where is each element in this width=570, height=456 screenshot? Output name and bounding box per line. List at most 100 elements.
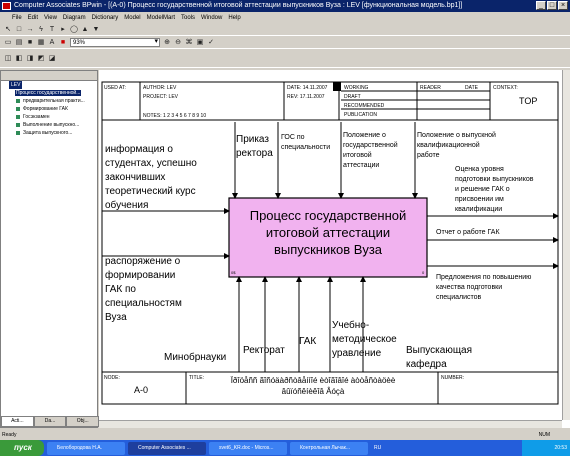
svg-text:государственной: государственной: [343, 141, 398, 149]
pointer-tool-icon[interactable]: ↖: [4, 26, 12, 34]
open-icon[interactable]: ▤: [15, 39, 23, 47]
svg-text:квалификационной: квалификационной: [417, 141, 480, 149]
zoom-select[interactable]: 93%: [70, 38, 160, 47]
menu-edit[interactable]: Edit: [28, 12, 38, 24]
mm-merge-icon[interactable]: ◪: [48, 55, 56, 63]
svg-text:закончивших: закончивших: [105, 172, 165, 183]
svg-text:специалистов: специалистов: [436, 294, 482, 301]
svg-text:Вуза: Вуза: [105, 312, 127, 323]
language-indicator[interactable]: RU: [374, 445, 381, 451]
save-icon[interactable]: ■: [26, 39, 34, 47]
tree-item[interactable]: Выполнение выпускно...: [3, 121, 97, 129]
rev-label: REV: 17.11.2007: [287, 94, 325, 100]
svg-text:Учебно-: Учебно-: [332, 319, 369, 331]
output-label-2: Отчет о работе ГАК: [436, 228, 500, 236]
menu-view[interactable]: View: [44, 12, 57, 24]
node-value: A-0: [134, 385, 148, 395]
system-tray: 20:53: [522, 440, 570, 456]
project-label: PROJECT: LEV: [143, 94, 179, 100]
svg-text:студентах, успешно: студентах, успешно: [105, 158, 197, 169]
start-button[interactable]: пуск: [0, 440, 44, 456]
menu-diagram[interactable]: Diagram: [63, 12, 86, 24]
mm-save-icon[interactable]: ◨: [26, 55, 34, 63]
font-icon[interactable]: A: [48, 39, 56, 47]
tree-item[interactable]: Защита выпускного...: [3, 129, 97, 137]
go-down-icon[interactable]: ▼: [92, 26, 100, 34]
off-page-icon[interactable]: ◯: [70, 26, 78, 34]
menu-window[interactable]: Window: [201, 12, 222, 24]
new-icon[interactable]: ▭: [4, 39, 12, 47]
menu-model[interactable]: Model: [124, 12, 140, 24]
tree-item[interactable]: Госэкзамен: [3, 113, 97, 121]
tree-root[interactable]: LEV: [9, 81, 23, 89]
mm-open-icon[interactable]: ◧: [15, 55, 23, 63]
standard-toolbar: ▭ ▤ ■ ▦ A ■ 93% ⊕ ⊖ ⌘ ▣ ✓: [0, 37, 570, 49]
mm-check-icon[interactable]: ◩: [37, 55, 45, 63]
tree-item[interactable]: Формирование ГАК: [3, 105, 97, 113]
svg-text:уравление: уравление: [332, 348, 382, 359]
menu-bar: File Edit View Diagram Dictionary Model …: [0, 12, 570, 24]
diagram-canvas: USED AT: AUTHOR: LEV PROJECT: LEV NOTES:…: [99, 70, 570, 428]
go-up-icon[interactable]: ▲: [81, 26, 89, 34]
vertical-scrollbar[interactable]: [562, 70, 570, 420]
activity-title-line1: Процесс государственной: [250, 208, 407, 223]
svg-text:кафедра: кафедра: [406, 358, 447, 370]
squiggle-tool-icon[interactable]: ϟ: [37, 26, 45, 34]
model-explorer-icon[interactable]: ⌘: [185, 39, 193, 47]
tree-item-selected[interactable]: Процесс государственной...: [3, 89, 97, 97]
menu-dictionary[interactable]: Dictionary: [92, 12, 119, 24]
svg-text:ГОС по: ГОС по: [281, 134, 305, 141]
taskbar-item[interactable]: Контрольная Лычак...: [290, 441, 368, 455]
tab-objects[interactable]: Obj...: [66, 416, 100, 427]
svg-text:Положение о: Положение о: [343, 132, 386, 139]
activity-title-line2: итоговой аттестации: [266, 225, 390, 240]
tree-item[interactable]: предварительная практи...: [3, 97, 97, 105]
status-working: WORKING: [344, 85, 369, 91]
taskbar-item[interactable]: svet6_KR.doc - Micros...: [209, 441, 287, 455]
title-label: TITLE:: [189, 375, 204, 381]
date-label: DATE: 14.11.2007: [287, 85, 328, 91]
taskbar-item-active[interactable]: Computer Associates ...: [128, 441, 206, 455]
minimize-button[interactable]: _: [536, 1, 546, 10]
svg-text:Предложения по повышению: Предложения по повышению: [436, 274, 531, 281]
tab-data[interactable]: Da...: [33, 416, 67, 427]
mm-connect-icon[interactable]: ◫: [4, 55, 12, 63]
menu-file[interactable]: File: [12, 12, 22, 24]
clock: 20:53: [554, 445, 567, 451]
menu-modelmart[interactable]: ModelMart: [147, 12, 175, 24]
taskbar-item[interactable]: Белобородова Н.А.: [47, 441, 125, 455]
zoom-out-icon[interactable]: ⊖: [174, 39, 182, 47]
taskbar: пуск Белобородова Н.А. Computer Associat…: [0, 440, 570, 456]
arrow-tool-icon[interactable]: →: [26, 26, 34, 34]
svg-text:Приказ: Приказ: [236, 134, 269, 145]
menu-help[interactable]: Help: [228, 12, 240, 24]
svg-text:информация о: информация о: [105, 143, 173, 155]
status-recommended: RECOMMENDED: [344, 103, 385, 109]
tab-activities[interactable]: Acti...: [1, 416, 34, 427]
close-button[interactable]: ×: [558, 1, 568, 10]
horizontal-scrollbar[interactable]: [99, 420, 562, 428]
box-tool-icon[interactable]: □: [15, 26, 23, 34]
color-icon[interactable]: ■: [59, 39, 67, 47]
status-draft: DRAFT: [344, 94, 361, 100]
text-tool-icon[interactable]: T: [48, 26, 56, 34]
svg-text:методическое: методическое: [332, 334, 397, 345]
svg-text:Оценка уровня: Оценка уровня: [455, 166, 504, 173]
maximize-button[interactable]: □: [547, 1, 557, 10]
print-icon[interactable]: ▦: [37, 39, 45, 47]
date-column-label: DATE: [465, 85, 479, 91]
svg-text:аттестации: аттестации: [343, 162, 379, 169]
node-label: NODE:: [104, 375, 120, 381]
author-label: AUTHOR: LEV: [143, 85, 177, 91]
svg-text:подготовки выпускников: подготовки выпускников: [455, 176, 534, 183]
svg-text:Положение о выпускной: Положение о выпускной: [417, 131, 496, 139]
mechanism-label-3: ГАК: [299, 336, 316, 347]
svg-text:ГАК по: ГАК по: [105, 284, 136, 295]
zoom-in-icon[interactable]: ⊕: [163, 39, 171, 47]
diagram-dictionary-icon[interactable]: ▸: [59, 26, 67, 34]
status-bar: Ready NUM: [0, 430, 570, 440]
spell-check-icon[interactable]: ✓: [207, 39, 215, 47]
menu-tools[interactable]: Tools: [181, 12, 195, 24]
report-icon[interactable]: ▣: [196, 39, 204, 47]
svg-text:специальностям: специальностям: [105, 298, 182, 309]
